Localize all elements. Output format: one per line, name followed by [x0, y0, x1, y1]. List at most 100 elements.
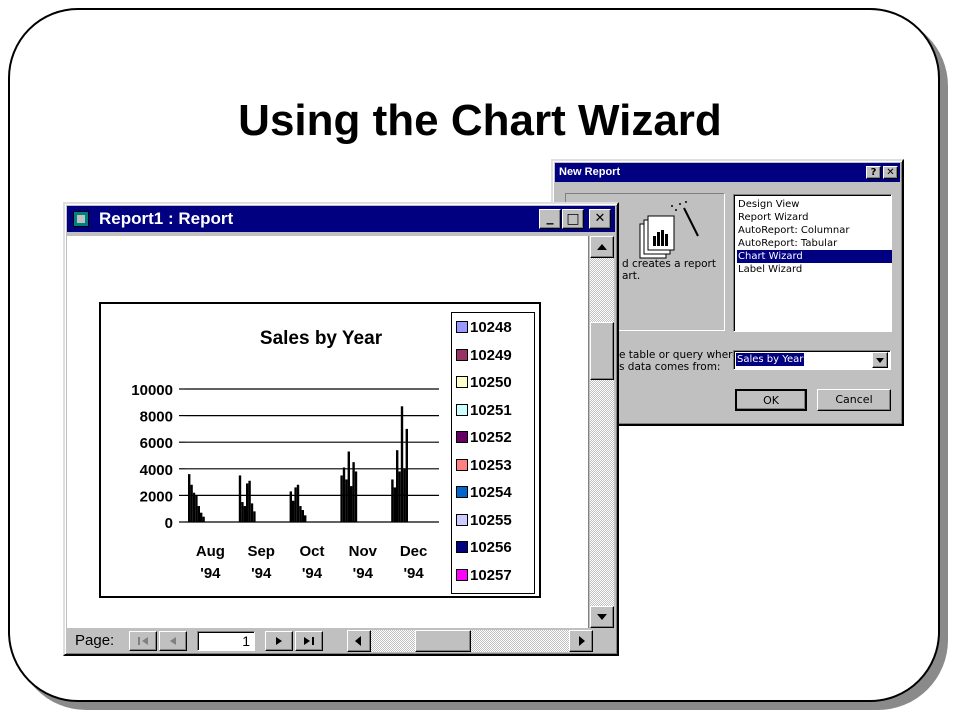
page-number-value: 1	[242, 633, 250, 649]
x-tick-label-month: Nov	[349, 543, 378, 560]
chart-bar	[345, 479, 348, 522]
y-tick-label: 4000	[140, 462, 173, 479]
y-tick-label: 2000	[140, 488, 173, 505]
ok-button[interactable]: OK	[735, 389, 807, 411]
legend-swatch	[456, 348, 468, 361]
x-tick-label-month: Oct	[299, 543, 324, 560]
legend-swatch	[456, 321, 468, 333]
arrow-up-icon	[597, 244, 607, 250]
first-page-button[interactable]	[129, 631, 157, 651]
legend-entry: 10255	[456, 512, 512, 530]
chart-bar	[253, 511, 256, 522]
minimize-button[interactable]: _	[539, 209, 561, 229]
source-prompt-line2: s data comes from:	[619, 361, 721, 373]
help-button[interactable]: ?	[866, 166, 881, 179]
legend-entry: 10253	[456, 457, 512, 475]
legend-entry: 10252	[456, 429, 512, 447]
x-tick-label-month: Dec	[400, 543, 428, 560]
chart-bar	[241, 502, 244, 522]
legend-label: 10251	[470, 401, 512, 419]
wizard-list-item[interactable]: Chart Wizard	[737, 250, 892, 263]
x-tick-label-year: '94	[403, 565, 424, 582]
next-page-button[interactable]	[265, 631, 293, 651]
chart-bar	[200, 512, 203, 522]
legend-swatch	[456, 513, 468, 526]
scroll-right-button[interactable]	[569, 630, 593, 652]
sales-chart: Sales by Year 10000 8000 6000 4000 2000 0 Aug '9…	[131, 328, 439, 582]
chart-bar	[403, 468, 406, 522]
maximize-button[interactable]: □	[562, 209, 584, 229]
vertical-scrollbar[interactable]	[590, 236, 614, 628]
horizontal-scroll-thumb[interactable]	[415, 630, 471, 652]
horizontal-scrollbar[interactable]	[347, 630, 593, 652]
y-tick-label: 6000	[140, 435, 173, 452]
y-tick-label: 8000	[140, 409, 173, 426]
previous-page-icon	[170, 637, 176, 645]
chart-bar	[238, 475, 242, 522]
chart-bar	[347, 451, 350, 522]
dialog-titlebar: New Report	[555, 163, 900, 182]
report-system-menu-icon[interactable]	[73, 211, 89, 227]
chart-bar	[391, 479, 394, 522]
vertical-scroll-thumb[interactable]	[590, 322, 614, 380]
y-tick-label: 10000	[131, 382, 173, 399]
report-titlebar[interactable]: Report1 : Report	[67, 206, 615, 232]
legend-swatch	[456, 431, 468, 443]
scroll-up-button[interactable]	[590, 236, 614, 258]
legend-swatch	[456, 403, 468, 416]
first-page-icon	[138, 637, 148, 645]
wizard-list-item[interactable]: Design View	[737, 198, 799, 211]
legend-label: 10257	[470, 566, 512, 584]
x-tick-label-year: '94	[302, 565, 323, 582]
chart-bar	[299, 506, 302, 522]
cancel-button[interactable]: Cancel	[817, 389, 891, 411]
slide-title: Using the Chart Wizard	[238, 96, 722, 145]
wizard-list[interactable]: Design View Report Wizard AutoReport: Colu…	[733, 194, 892, 332]
legend-label: 10256	[470, 539, 512, 556]
legend-label: 10254	[470, 484, 512, 501]
legend-swatch	[456, 568, 468, 581]
legend-entry: 10256	[456, 539, 512, 557]
legend-label: 10248	[470, 319, 512, 336]
source-combo[interactable]: Sales by Year	[733, 350, 891, 370]
wizard-list-item[interactable]: Report Wizard	[737, 211, 808, 224]
x-tick-label-year: '94	[353, 565, 374, 582]
x-tick-label-year: '94	[200, 565, 221, 582]
chart-bar	[398, 471, 401, 522]
dialog-close-button[interactable]: ✕	[883, 166, 898, 179]
chart-title: Sales by Year	[260, 328, 383, 349]
scroll-down-button[interactable]	[590, 606, 614, 628]
wizard-list-item[interactable]: Label Wizard	[737, 263, 802, 276]
report-window: Report1 : Report _ □ ✕ Sales by Year 1000…	[63, 202, 619, 656]
last-page-icon	[304, 637, 314, 645]
arrow-right-icon	[579, 636, 585, 646]
legend-label: 10255	[470, 511, 512, 529]
chart-bar	[301, 510, 304, 522]
report-preview-canvas: Sales by Year 10000 8000 6000 4000 2000 0 Aug '9…	[67, 236, 589, 628]
chart-bar	[350, 486, 353, 522]
page-number-input[interactable]: 1	[197, 631, 255, 651]
legend-entry: 10249	[456, 347, 512, 365]
legend-swatch	[456, 541, 468, 553]
wizard-list-item[interactable]: AutoReport: Columnar	[737, 224, 849, 237]
scroll-left-button[interactable]	[347, 630, 371, 652]
chart-bar	[393, 487, 396, 522]
y-tick-label: 0	[165, 515, 173, 532]
page-label: Page:	[75, 632, 115, 649]
source-prompt-line1: e table or query where	[619, 349, 739, 361]
chart-bar	[202, 516, 205, 522]
chart-bar	[289, 491, 292, 522]
arrow-down-icon	[597, 614, 607, 620]
legend-swatch	[456, 376, 468, 388]
report-status-bar: Page: 1	[67, 630, 615, 652]
chart-bar	[400, 406, 404, 522]
wizard-list-item[interactable]: AutoReport: Tabular	[737, 237, 837, 250]
last-page-button[interactable]	[295, 631, 323, 651]
previous-page-button[interactable]	[159, 631, 187, 651]
arrow-left-icon	[355, 636, 361, 646]
chart-bar	[195, 495, 198, 522]
legend-swatch	[456, 458, 468, 471]
next-page-icon	[276, 637, 282, 645]
close-button[interactable]: ✕	[589, 209, 611, 229]
source-dropdown-button[interactable]	[872, 352, 888, 368]
